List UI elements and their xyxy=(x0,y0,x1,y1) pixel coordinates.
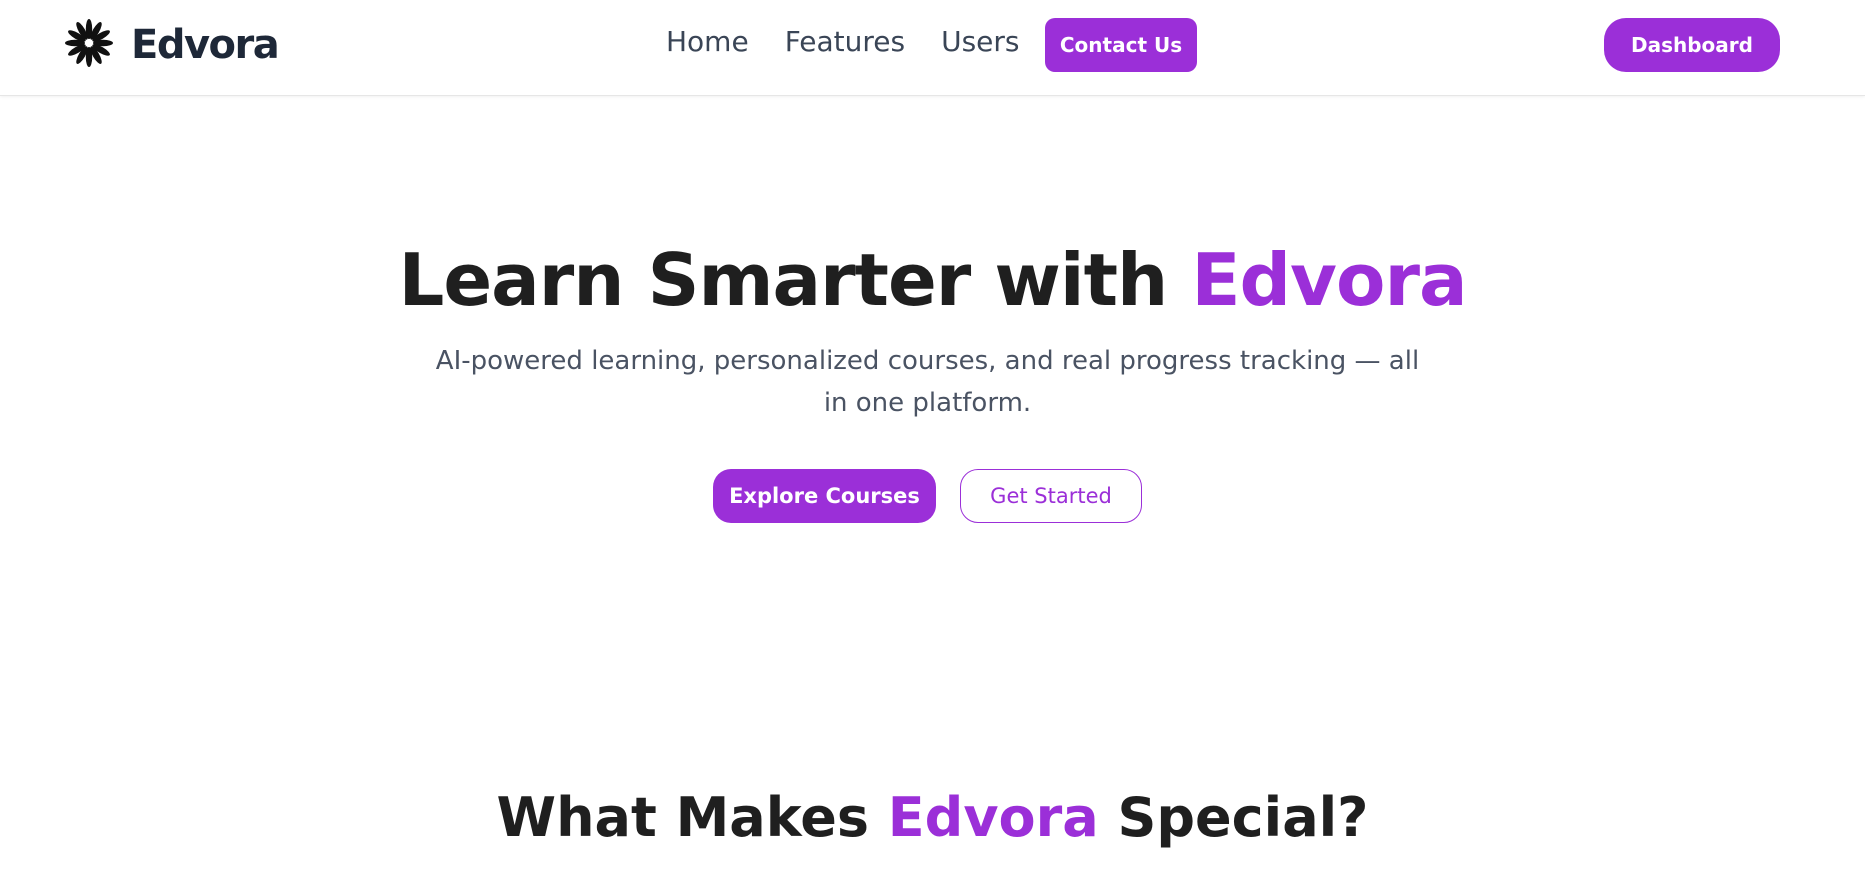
explore-courses-button[interactable]: Explore Courses xyxy=(713,469,936,523)
hero-title-accent: Edvora xyxy=(1191,238,1467,322)
hero-title: Learn Smarter with Edvora xyxy=(0,238,1865,322)
features-section-title: What Makes Edvora Special? xyxy=(0,786,1865,849)
brand-name: Edvora xyxy=(131,22,280,68)
features-title-accent: Edvora xyxy=(887,786,1099,849)
hero-subtitle: AI-powered learning, personalized course… xyxy=(435,346,1420,418)
get-started-button[interactable]: Get Started xyxy=(960,469,1142,523)
top-navbar: Edvora Home Features Users Contact Us Da… xyxy=(0,0,1865,96)
dashboard-button[interactable]: Dashboard xyxy=(1604,18,1780,72)
main-nav: Home Features Users xyxy=(666,18,1056,64)
contact-us-button[interactable]: Contact Us xyxy=(1045,18,1197,72)
starburst-logo-icon xyxy=(63,17,115,73)
hero-title-prefix: Learn Smarter with xyxy=(398,238,1192,322)
features-title-suffix: Special? xyxy=(1098,786,1369,849)
nav-link-users[interactable]: Users xyxy=(941,25,1019,58)
features-title-prefix: What Makes xyxy=(496,786,888,849)
brand-logo[interactable]: Edvora xyxy=(63,17,280,73)
nav-link-home[interactable]: Home xyxy=(666,25,749,58)
nav-link-features[interactable]: Features xyxy=(785,25,905,58)
